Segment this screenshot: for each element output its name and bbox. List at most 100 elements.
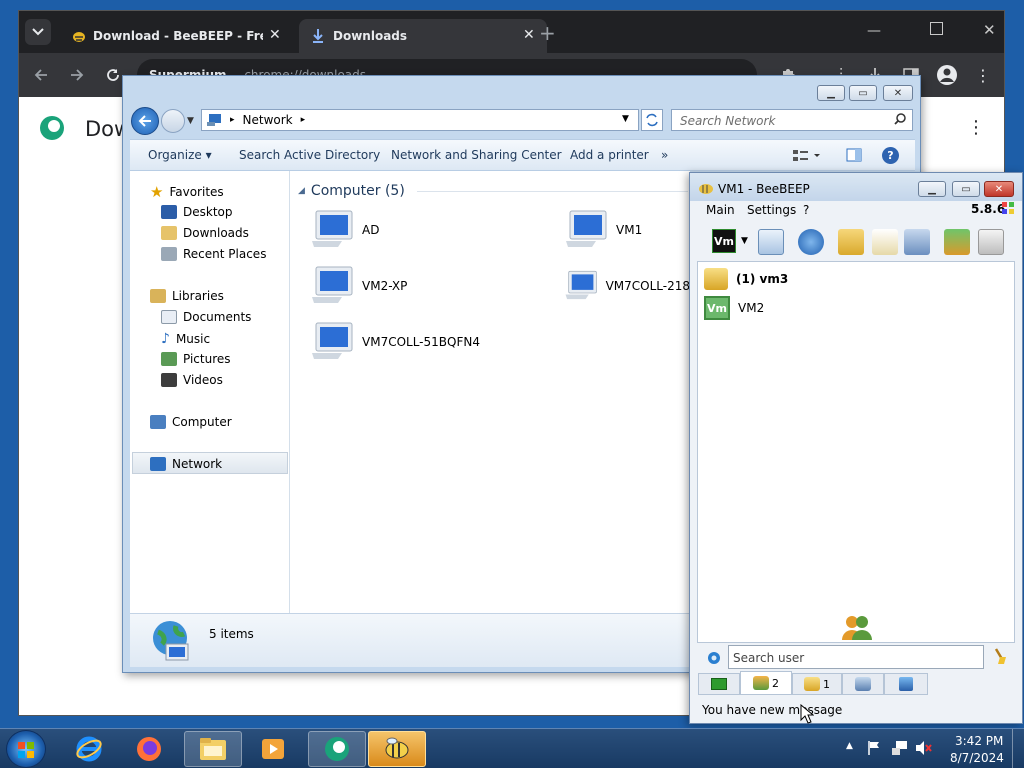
tab-chat[interactable] [698, 673, 740, 695]
group-header[interactable]: ◢ Computer (5) [298, 183, 688, 199]
group-divider [416, 190, 688, 192]
computer-item[interactable]: VM1 [564, 209, 642, 251]
menu-main[interactable]: Main [706, 203, 735, 217]
folder-icon [200, 738, 226, 760]
update-icon[interactable] [1001, 201, 1015, 215]
clock-time[interactable]: 3:42 PM [955, 734, 1003, 748]
page-menu-button[interactable]: ⋮ [967, 117, 985, 138]
user-avatar-button[interactable]: Vm [712, 229, 736, 253]
tab-network[interactable] [842, 673, 884, 695]
view-options-icon[interactable] [792, 149, 822, 163]
profile-button[interactable] [933, 61, 961, 89]
nav-network[interactable]: Network [150, 457, 222, 471]
nav-item-videos[interactable]: Videos [161, 373, 223, 387]
help-icon[interactable]: ? [882, 147, 899, 164]
volume-muted-icon[interactable] [915, 740, 933, 756]
maximize-button[interactable]: ▭ [849, 85, 877, 101]
address-dropdown-icon[interactable]: ▼ [622, 114, 629, 124]
broadcast-icon[interactable] [798, 229, 824, 255]
tab-downloads[interactable]: Downloads ✕ [299, 19, 547, 53]
collapse-icon: ◢ [298, 186, 305, 196]
new-tab-button[interactable]: + [539, 21, 556, 45]
search-user-input[interactable]: Search user [728, 645, 984, 669]
close-icon[interactable]: ✕ [269, 27, 281, 43]
start-button[interactable] [6, 730, 46, 768]
videos-icon [161, 373, 177, 387]
tab-beebeep-download[interactable]: Download - BeeBEEP - Free Of ✕ [59, 19, 291, 53]
network-tray-icon[interactable] [891, 740, 909, 756]
more-commands-button[interactable]: » [661, 148, 668, 162]
organize-button[interactable]: Organize ▾ [148, 148, 212, 162]
group-icon [704, 268, 728, 290]
taskbar-explorer[interactable] [184, 731, 242, 767]
list-item[interactable]: Vm VM2 [704, 296, 764, 320]
computer-item[interactable]: VM7COLL-51BQFN4 [310, 321, 480, 363]
taskbar-ie[interactable] [60, 731, 118, 767]
close-window-button[interactable]: ✕ [983, 21, 996, 39]
group-chat-icon[interactable] [838, 229, 864, 255]
computer-item[interactable]: VM7COLL-218 [564, 265, 690, 307]
tab-users[interactable]: 2 [740, 671, 792, 695]
taskbar-beebeep[interactable] [368, 731, 426, 767]
nav-item-music[interactable]: ♪ Music [161, 331, 210, 347]
search-input[interactable]: Search Network [671, 109, 913, 131]
recent-pages-dropdown[interactable]: ▼ [187, 116, 194, 126]
back-button[interactable] [131, 107, 159, 135]
minimize-button[interactable]: — [867, 23, 881, 39]
avatar: Vm [714, 234, 734, 248]
close-button[interactable]: ✕ [883, 85, 913, 101]
preview-pane-icon[interactable] [846, 148, 862, 162]
refresh-button[interactable] [641, 109, 663, 131]
tab-files[interactable] [884, 673, 928, 695]
menu-settings[interactable]: Settings [747, 203, 796, 217]
forward-button[interactable] [161, 109, 185, 133]
clear-search-icon[interactable] [992, 647, 1008, 665]
nav-item-documents[interactable]: Documents [161, 310, 251, 324]
tab-search-button[interactable] [25, 19, 51, 45]
maximize-button[interactable]: ▭ [952, 181, 980, 197]
menu-help[interactable]: ? [803, 203, 809, 217]
clock-date[interactable]: 8/7/2024 [950, 751, 1004, 765]
minimize-button[interactable]: ▁ [817, 85, 845, 101]
minimize-button[interactable]: ▁ [918, 181, 946, 197]
show-hidden-icons[interactable]: ▲ [846, 741, 853, 751]
search-placeholder: Search Network [680, 114, 776, 128]
back-button[interactable] [27, 61, 55, 89]
list-item[interactable]: (1) vm3 [704, 268, 788, 290]
close-icon[interactable]: ✕ [523, 27, 535, 43]
address-bar[interactable]: ▸ Network ▸ ▼ [201, 109, 639, 131]
taskbar-supermium[interactable] [308, 731, 366, 767]
chrome-tabstrip: Download - BeeBEEP - Free Of ✕ Downloads… [19, 11, 1004, 53]
trash-icon[interactable] [978, 229, 1004, 255]
computer-item[interactable]: AD [310, 209, 379, 251]
breadcrumb[interactable]: Network [243, 113, 293, 127]
nav-item-desktop[interactable]: Desktop [161, 205, 233, 219]
taskbar-firefox[interactable] [120, 731, 178, 767]
nav-libraries[interactable]: Libraries [150, 289, 224, 303]
menu-button[interactable]: ⋮ [969, 61, 997, 89]
taskbar-media-player[interactable] [244, 731, 302, 767]
add-printer-button[interactable]: Add a printer [570, 148, 649, 162]
beebeep-window: VM1 - BeeBEEP ▁ ▭ ✕ Main Settings ? 5.8.… [689, 172, 1023, 724]
nav-favorites[interactable]: ★ Favorites [150, 183, 224, 201]
compose-icon[interactable] [872, 229, 898, 255]
nav-item-pictures[interactable]: Pictures [161, 352, 231, 366]
gear-icon[interactable] [706, 650, 722, 666]
network-icon [207, 114, 221, 126]
nav-item-recent-places[interactable]: Recent Places [161, 247, 266, 261]
tab-groups[interactable]: 1 [792, 673, 842, 695]
share-files-icon[interactable] [944, 229, 970, 255]
nav-computer[interactable]: Computer [150, 415, 232, 429]
forward-button[interactable] [63, 61, 91, 89]
show-desktop-button[interactable] [1012, 729, 1024, 768]
search-active-directory-button[interactable]: Search Active Directory [239, 148, 380, 162]
maximize-button[interactable] [930, 22, 943, 35]
computer-item[interactable]: VM2-XP [310, 265, 407, 307]
tools-icon[interactable] [904, 229, 930, 255]
close-button[interactable]: ✕ [984, 181, 1014, 197]
network-sharing-center-button[interactable]: Network and Sharing Center [391, 148, 562, 162]
edit-profile-icon[interactable] [758, 229, 784, 255]
nav-item-downloads[interactable]: Downloads [161, 226, 249, 240]
avatar-dropdown-icon[interactable]: ▼ [741, 236, 748, 246]
flag-icon[interactable] [866, 740, 882, 756]
